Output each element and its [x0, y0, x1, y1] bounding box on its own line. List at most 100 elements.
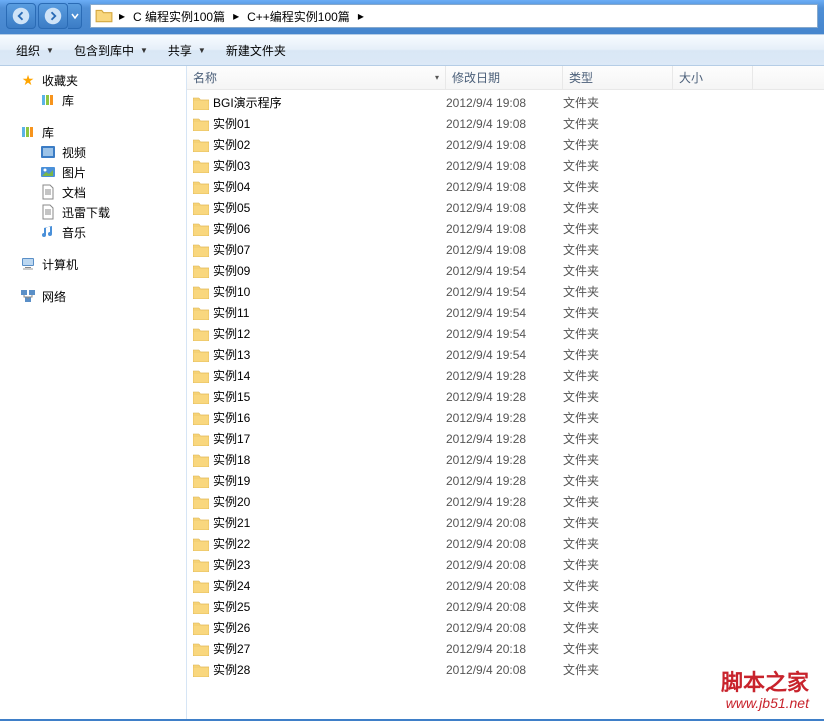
- folder-icon: [193, 243, 209, 257]
- file-name-cell: BGI演示程序: [193, 94, 446, 111]
- file-row[interactable]: 实例042012/9/4 19:08文件夹: [187, 176, 824, 197]
- breadcrumb-chevron[interactable]: ▸: [354, 9, 368, 23]
- breadcrumb-segment[interactable]: C 编程实例100篇: [129, 8, 229, 25]
- folder-icon: [193, 159, 209, 173]
- file-name-cell: 实例05: [193, 199, 446, 216]
- file-row[interactable]: 实例282012/9/4 20:08文件夹: [187, 659, 824, 680]
- sidebar-item-music[interactable]: 音乐: [0, 222, 186, 242]
- file-type-cell: 文件夹: [563, 493, 673, 510]
- file-date-cell: 2012/9/4 19:08: [446, 117, 563, 131]
- file-row[interactable]: 实例022012/9/4 19:08文件夹: [187, 134, 824, 155]
- file-name-cell: 实例22: [193, 535, 446, 552]
- file-row[interactable]: 实例122012/9/4 19:54文件夹: [187, 323, 824, 344]
- file-row[interactable]: BGI演示程序2012/9/4 19:08文件夹: [187, 92, 824, 113]
- sidebar-item-pictures[interactable]: 图片: [0, 162, 186, 182]
- file-row[interactable]: 实例262012/9/4 20:08文件夹: [187, 617, 824, 638]
- file-row[interactable]: 实例152012/9/4 19:28文件夹: [187, 386, 824, 407]
- file-row[interactable]: 实例162012/9/4 19:28文件夹: [187, 407, 824, 428]
- file-row[interactable]: 实例062012/9/4 19:08文件夹: [187, 218, 824, 239]
- file-row[interactable]: 实例202012/9/4 19:28文件夹: [187, 491, 824, 512]
- column-header-name[interactable]: 名称▾: [187, 66, 446, 89]
- file-date-cell: 2012/9/4 19:28: [446, 453, 563, 467]
- breadcrumb-chevron[interactable]: ▸: [115, 9, 129, 23]
- file-row[interactable]: 实例172012/9/4 19:28文件夹: [187, 428, 824, 449]
- folder-icon: [193, 390, 209, 404]
- file-name: 实例26: [213, 619, 250, 636]
- folder-icon: [193, 285, 209, 299]
- file-row[interactable]: 实例112012/9/4 19:54文件夹: [187, 302, 824, 323]
- file-row[interactable]: 实例102012/9/4 19:54文件夹: [187, 281, 824, 302]
- file-name-cell: 实例25: [193, 598, 446, 615]
- folder-icon: [193, 453, 209, 467]
- new-folder-button[interactable]: 新建文件夹: [218, 38, 294, 63]
- column-header-size[interactable]: 大小: [673, 66, 753, 89]
- file-row[interactable]: 实例142012/9/4 19:28文件夹: [187, 365, 824, 386]
- file-row[interactable]: 实例092012/9/4 19:54文件夹: [187, 260, 824, 281]
- sidebar-item-library[interactable]: 库: [0, 122, 186, 142]
- file-list[interactable]: BGI演示程序2012/9/4 19:08文件夹实例012012/9/4 19:…: [187, 90, 824, 719]
- folder-icon: [193, 474, 209, 488]
- sidebar-label: 计算机: [42, 256, 78, 273]
- sidebar-item-network[interactable]: 网络: [0, 286, 186, 306]
- file-row[interactable]: 实例032012/9/4 19:08文件夹: [187, 155, 824, 176]
- organize-button[interactable]: 组织▼: [8, 38, 62, 63]
- folder-icon: [193, 264, 209, 278]
- file-type-cell: 文件夹: [563, 409, 673, 426]
- file-row[interactable]: 实例192012/9/4 19:28文件夹: [187, 470, 824, 491]
- file-row[interactable]: 实例272012/9/4 20:18文件夹: [187, 638, 824, 659]
- sidebar-item-library-shortcut[interactable]: 库: [0, 90, 186, 110]
- sidebar-label: 库: [62, 92, 74, 109]
- folder-icon: [193, 516, 209, 530]
- sidebar-item-computer[interactable]: 计算机: [0, 254, 186, 274]
- sidebar-item-video[interactable]: 视频: [0, 142, 186, 162]
- pictures-icon: [40, 164, 56, 180]
- file-row[interactable]: 实例212012/9/4 20:08文件夹: [187, 512, 824, 533]
- breadcrumb-segment[interactable]: C++编程实例100篇: [243, 8, 354, 25]
- sidebar-label: 音乐: [62, 224, 86, 241]
- file-row[interactable]: 实例222012/9/4 20:08文件夹: [187, 533, 824, 554]
- file-name: 实例02: [213, 136, 250, 153]
- sidebar-item-favorites[interactable]: ★ 收藏夹: [0, 70, 186, 90]
- sidebar-item-thunder[interactable]: 迅雷下载: [0, 202, 186, 222]
- back-button[interactable]: [6, 3, 36, 29]
- column-header-date[interactable]: 修改日期: [446, 66, 563, 89]
- file-row[interactable]: 实例012012/9/4 19:08文件夹: [187, 113, 824, 134]
- file-name: 实例18: [213, 451, 250, 468]
- chevron-down-icon: ▼: [46, 46, 54, 55]
- file-date-cell: 2012/9/4 20:08: [446, 579, 563, 593]
- file-row[interactable]: 实例232012/9/4 20:08文件夹: [187, 554, 824, 575]
- file-date-cell: 2012/9/4 19:08: [446, 243, 563, 257]
- file-date-cell: 2012/9/4 19:54: [446, 327, 563, 341]
- file-row[interactable]: 实例07 2012/9/4 19:08文件夹: [187, 239, 824, 260]
- file-name-cell: 实例12: [193, 325, 446, 342]
- file-row[interactable]: 实例242012/9/4 20:08文件夹: [187, 575, 824, 596]
- titlebar: ▸ C 编程实例100篇 ▸ C++编程实例100篇 ▸: [0, 2, 824, 30]
- column-header-type[interactable]: 类型: [563, 66, 673, 89]
- file-row[interactable]: 实例052012/9/4 19:08文件夹: [187, 197, 824, 218]
- share-button[interactable]: 共享▼: [160, 38, 214, 63]
- file-row[interactable]: 实例252012/9/4 20:08文件夹: [187, 596, 824, 617]
- computer-icon: [20, 256, 36, 272]
- file-row[interactable]: 实例182012/9/4 19:28文件夹: [187, 449, 824, 470]
- include-in-library-button[interactable]: 包含到库中▼: [66, 38, 156, 63]
- file-name: 实例07: [213, 241, 250, 258]
- file-type-cell: 文件夹: [563, 241, 673, 258]
- nav-history-dropdown[interactable]: [68, 3, 82, 29]
- file-name-cell: 实例06: [193, 220, 446, 237]
- file-name-cell: 实例11: [193, 304, 446, 321]
- file-name: 实例16: [213, 409, 250, 426]
- folder-icon: [193, 222, 209, 236]
- file-row[interactable]: 实例132012/9/4 19:54文件夹: [187, 344, 824, 365]
- file-type-cell: 文件夹: [563, 136, 673, 153]
- file-name: 实例01: [213, 115, 250, 132]
- forward-button[interactable]: [38, 3, 68, 29]
- sidebar-label: 文档: [62, 184, 86, 201]
- chevron-down-icon: [71, 12, 79, 20]
- folder-icon: [193, 201, 209, 215]
- sidebar-item-documents[interactable]: 文档: [0, 182, 186, 202]
- breadcrumb-chevron[interactable]: ▸: [229, 9, 243, 23]
- folder-icon: [193, 642, 209, 656]
- folder-icon: [193, 411, 209, 425]
- file-type-cell: 文件夹: [563, 472, 673, 489]
- address-bar[interactable]: ▸ C 编程实例100篇 ▸ C++编程实例100篇 ▸: [90, 4, 818, 28]
